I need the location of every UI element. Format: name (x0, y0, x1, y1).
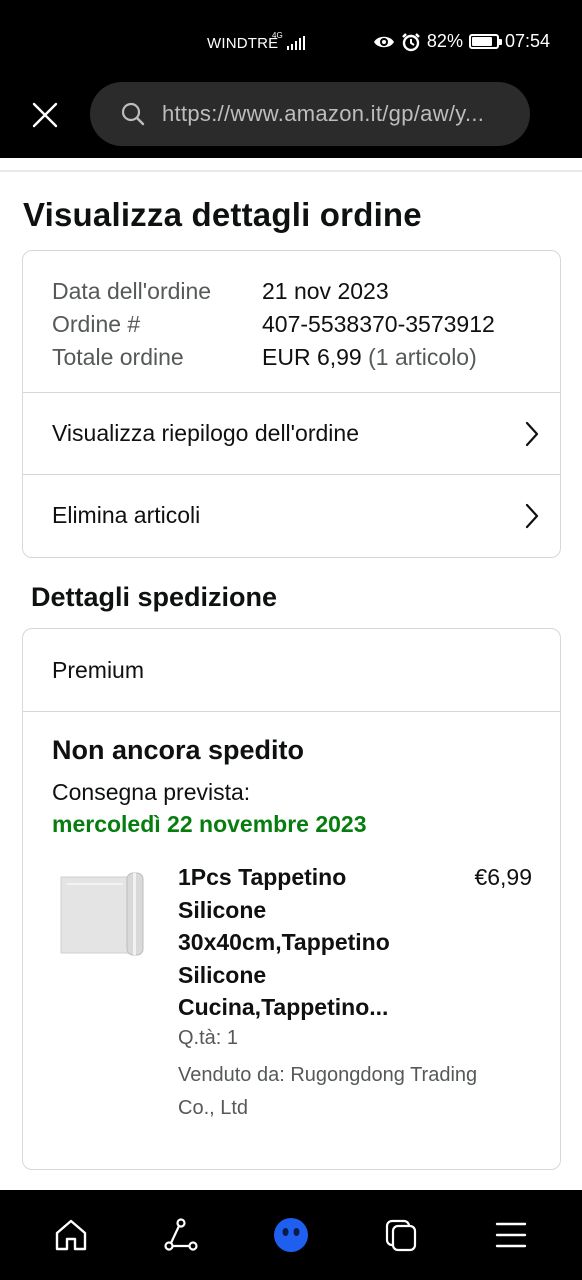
tabs-button[interactable] (378, 1212, 424, 1258)
search-icon (121, 102, 145, 126)
battery-percent: 82% (426, 31, 463, 51)
order-number-value: 407-5538370-3573912 (262, 311, 495, 337)
status-bar: WINDTRE 4G 82% 07:54 (0, 0, 582, 72)
shipment-status: Non ancora spedito (52, 735, 305, 765)
url-text: https://www.amazon.it/gp/aw/y... (162, 101, 485, 126)
order-date-row: Data dell'ordine 21 nov 2023 (52, 275, 560, 308)
battery-level-fill (471, 37, 492, 46)
alarm-icon (402, 32, 420, 51)
product-price: €6,99 (474, 864, 532, 890)
shipping-section-title: Dettagli spedizione (31, 582, 278, 612)
assistant-icon (274, 1218, 308, 1252)
product-image[interactable] (57, 867, 149, 959)
eye-icon (373, 36, 394, 47)
view-order-summary-link[interactable]: Visualizza riepilogo dell'ordine (23, 392, 560, 474)
shipping-type: Premium (23, 629, 560, 712)
order-date-label: Data dell'ordine (52, 278, 212, 304)
view-order-summary-label: Visualizza riepilogo dell'ordine (52, 420, 359, 446)
home-icon (55, 1219, 87, 1251)
signal-icon (287, 36, 305, 50)
product-seller: Venduto da: Rugongdong Trading Co., Ltd (178, 1064, 478, 1119)
address-bar[interactable]: https://www.amazon.it/gp/aw/y... (90, 82, 530, 146)
menu-icon (495, 1222, 527, 1248)
assistant-button[interactable] (268, 1212, 314, 1258)
menu-button[interactable] (488, 1212, 534, 1258)
close-icon (32, 102, 58, 128)
chevron-right-icon (525, 503, 539, 529)
status-indicators: 82% 07:54 (373, 31, 550, 52)
delete-items-link[interactable]: Elimina articoli (23, 474, 560, 556)
divider (0, 170, 582, 172)
delivery-label: Consegna prevista: (52, 779, 251, 805)
order-number-row: Ordine # 407-5538370-3573912 (52, 308, 560, 341)
route-button[interactable] (158, 1212, 204, 1258)
route-icon (164, 1218, 198, 1251)
page-title: Visualizza dettagli ordine (23, 196, 422, 233)
delete-items-label: Elimina articoli (52, 502, 201, 528)
shipment-card: Premium Non ancora spedito Consegna prev… (22, 628, 561, 1170)
order-total-row: Totale ordine EUR 6,99 (1 articolo) (52, 341, 560, 374)
delivery-date: mercoledì 22 novembre 2023 (52, 811, 367, 837)
order-info-card: Data dell'ordine 21 nov 2023 Ordine # 40… (22, 250, 561, 558)
page-content[interactable]: Visualizza dettagli ordine Data dell'ord… (0, 158, 582, 1190)
clock: 07:54 (504, 31, 550, 51)
order-number-label: Ordine # (52, 311, 141, 337)
product-quantity: Q.tà: 1 (178, 1027, 239, 1049)
chevron-right-icon (525, 421, 539, 447)
browser-bottom-nav (0, 1190, 582, 1280)
home-button[interactable] (48, 1212, 94, 1258)
order-total-label: Totale ordine (52, 344, 184, 370)
product-title-link[interactable]: 1Pcs Tappetino Silicone 30x40cm,Tappetin… (178, 861, 428, 1024)
battery-icon (468, 34, 502, 49)
tabs-icon (385, 1219, 417, 1252)
network-type-badge: 4G (272, 31, 283, 40)
carrier-name: WINDTRE (207, 35, 279, 52)
order-total-value: EUR 6,99 (262, 344, 362, 370)
order-total-items: (1 articolo) (368, 344, 477, 370)
close-button[interactable] (26, 96, 64, 134)
order-date-value: 21 nov 2023 (262, 278, 389, 304)
browser-toolbar: https://www.amazon.it/gp/aw/y... (0, 72, 582, 158)
